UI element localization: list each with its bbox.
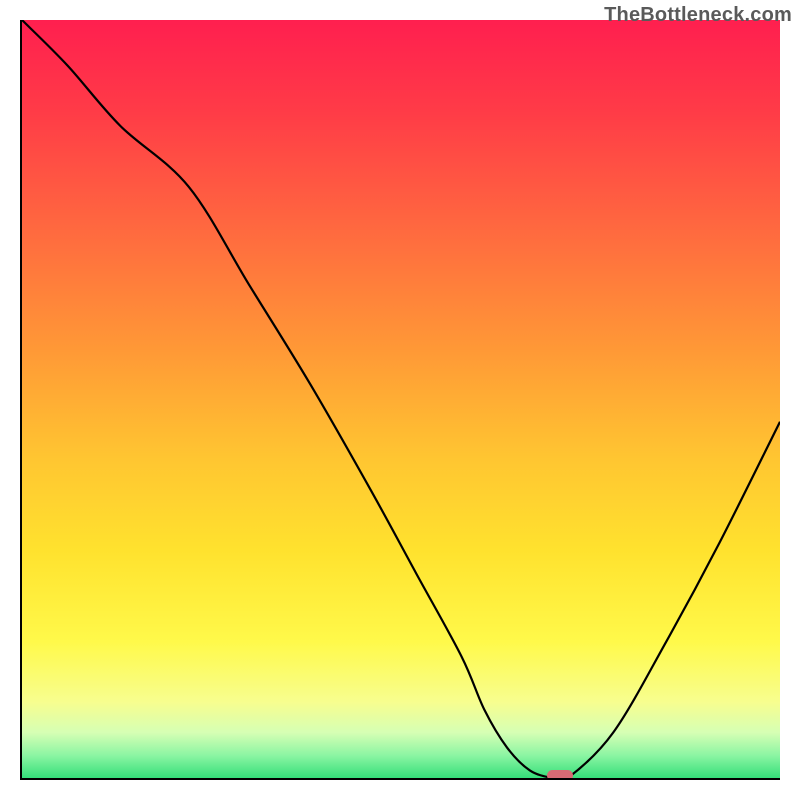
watermark-text: TheBottleneck.com — [604, 4, 792, 27]
min-marker — [547, 770, 573, 780]
plot-area — [20, 20, 780, 780]
bottleneck-curve — [22, 20, 780, 778]
